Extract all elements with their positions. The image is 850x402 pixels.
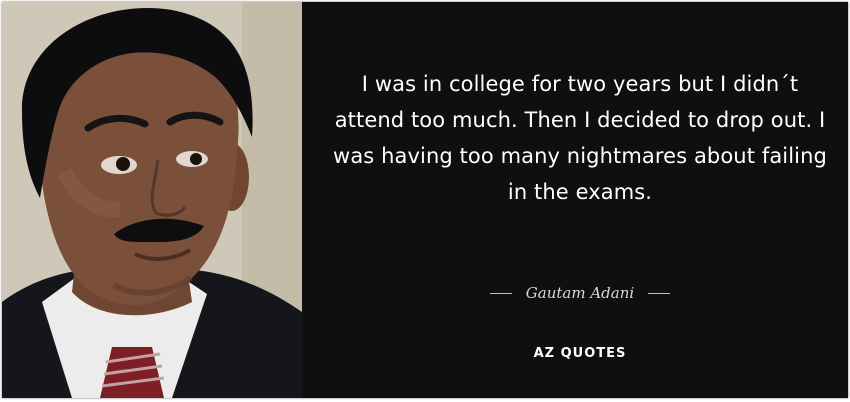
author-left-rule bbox=[489, 292, 512, 294]
brand-logo: AZ QUOTES bbox=[533, 346, 627, 361]
author-right-rule bbox=[648, 292, 671, 294]
author-attribution: Gautam Adani bbox=[320, 278, 840, 308]
author-name[interactable]: Gautam Adani bbox=[526, 284, 634, 302]
portrait-illustration bbox=[2, 2, 302, 398]
quote-area: I was in college for two years but I did… bbox=[320, 2, 840, 398]
quote-text: I was in college for two years but I did… bbox=[333, 72, 827, 204]
quote-card: I was in college for two years but I did… bbox=[2, 2, 848, 398]
author-portrait bbox=[2, 2, 302, 398]
